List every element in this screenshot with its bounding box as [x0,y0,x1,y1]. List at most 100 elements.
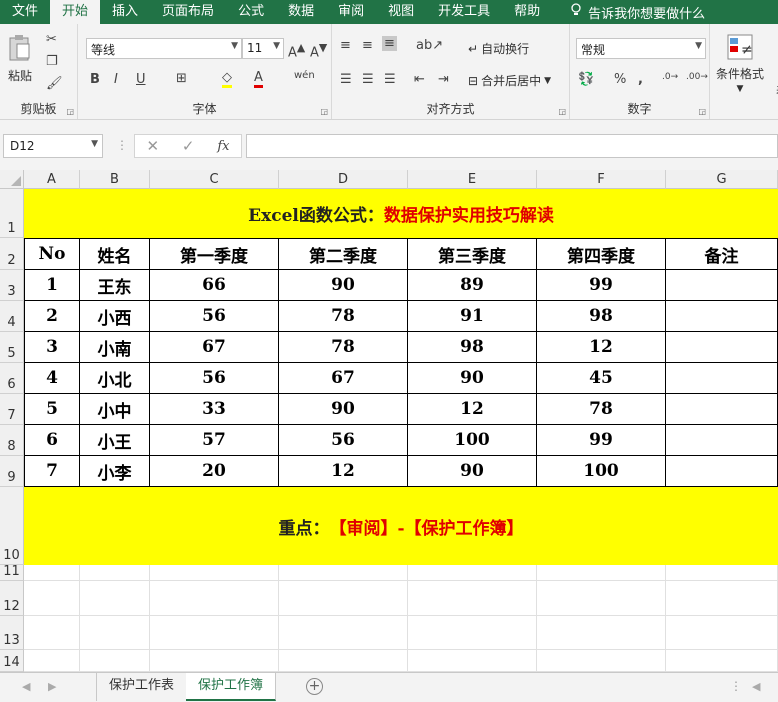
table-cell[interactable]: 66 [150,270,279,301]
table-cell[interactable]: 12 [537,332,666,363]
percent-icon[interactable]: % [614,72,626,87]
align-right-icon[interactable]: ☰ [384,72,396,87]
row-header[interactable]: 9 [0,456,24,487]
number-format-select[interactable]: 常规 ▼ [576,38,706,59]
cut-icon[interactable]: ✂ [46,32,57,47]
copy-icon[interactable]: ❐ [46,54,58,69]
row-header[interactable]: 7 [0,394,24,425]
decrease-indent-icon[interactable]: ⇤ [414,72,425,87]
add-sheet-icon[interactable]: + [306,678,323,695]
table-cell[interactable]: 6 [24,425,80,456]
row-header[interactable]: 13 [0,616,24,650]
comma-style-icon[interactable]: , [638,72,643,87]
table-cell[interactable]: 12 [408,394,537,425]
sheet-tab-protect-sheet[interactable]: 保护工作表 [96,673,188,701]
align-center-icon[interactable]: ☰ [362,72,374,87]
insert-function-icon[interactable]: fx [217,139,229,154]
table-cell[interactable]: 90 [279,394,408,425]
row-header[interactable]: 14 [0,650,24,672]
table-cell[interactable]: 小北 [80,363,150,394]
table-cell[interactable]: 78 [279,332,408,363]
cell[interactable] [150,581,279,616]
font-name-select[interactable]: 等线 ▼ [86,38,242,59]
table-cell[interactable]: 王东 [80,270,150,301]
cell[interactable] [24,581,80,616]
tab-help[interactable]: 帮助 [502,0,552,24]
table-cell[interactable]: 99 [537,425,666,456]
cell[interactable] [408,616,537,650]
table-cell[interactable]: 12 [279,456,408,487]
column-header[interactable]: A [24,170,80,189]
align-left-icon[interactable]: ☰ [340,72,352,87]
cell[interactable] [537,616,666,650]
table-cell[interactable]: 1 [24,270,80,301]
bold-icon[interactable]: B [90,72,100,87]
table-header-cell[interactable]: 备注 [666,238,778,270]
font-launcher-icon[interactable]: ◲ [320,107,328,116]
table-cell[interactable]: 98 [408,332,537,363]
worksheet-grid[interactable]: A B C D E F G 1 2 3 4 5 6 7 8 9 10 11 12 13 14 Excel函数公式： 数据保护… [0,170,778,672]
enter-icon[interactable]: ✓ [182,137,195,155]
hscroll-left-icon[interactable]: ◀ [752,680,760,693]
align-top-icon[interactable]: ≡ [340,38,351,53]
format-painter-icon[interactable]: 🖌 [46,76,63,91]
row-header[interactable]: 2 [0,238,24,270]
select-all-corner[interactable] [0,170,24,189]
table-cell[interactable]: 2 [24,301,80,332]
paste-button[interactable]: 粘贴 [8,34,32,84]
table-cell[interactable] [666,270,778,301]
table-cell[interactable] [666,363,778,394]
currency-icon[interactable]: 💱 [578,72,594,87]
wrap-text-button[interactable]: ↵ 自动换行 [468,40,529,57]
cell[interactable] [408,650,537,672]
tab-formulas[interactable]: 公式 [226,0,276,24]
column-header[interactable]: B [80,170,150,189]
tab-data[interactable]: 数据 [276,0,326,24]
table-cell[interactable]: 小王 [80,425,150,456]
table-header-cell[interactable]: 第二季度 [279,238,408,270]
table-header-cell[interactable]: 第三季度 [408,238,537,270]
row-header[interactable]: 12 [0,581,24,616]
table-cell[interactable]: 99 [537,270,666,301]
cell[interactable] [666,565,778,581]
table-cell[interactable]: 5 [24,394,80,425]
phonetic-icon[interactable]: wén [294,70,315,81]
table-cell[interactable] [666,456,778,487]
table-header-cell[interactable]: 第一季度 [150,238,279,270]
table-cell[interactable]: 小李 [80,456,150,487]
tab-review[interactable]: 审阅 [326,0,376,24]
scroll-right-icon[interactable]: ▶ [48,680,56,693]
number-launcher-icon[interactable]: ◲ [698,107,706,116]
table-cell[interactable]: 98 [537,301,666,332]
sheet-tab-protect-workbook[interactable]: 保护工作簿 [186,673,277,701]
cell[interactable] [537,650,666,672]
tab-home[interactable]: 开始 [50,0,101,24]
row-header[interactable]: 5 [0,332,24,363]
table-header-cell[interactable]: 姓名 [80,238,150,270]
borders-icon[interactable]: ⊞ [176,71,187,86]
cell[interactable] [80,616,150,650]
table-cell[interactable] [666,394,778,425]
conditional-formatting-button[interactable]: ≠ 条件格式 ▼ [716,34,764,94]
orientation-icon[interactable]: ab↗ [416,38,443,53]
table-cell[interactable] [666,425,778,456]
align-bottom-icon[interactable]: ≡ [382,36,397,51]
table-cell[interactable]: 67 [279,363,408,394]
italic-icon[interactable]: I [114,72,118,87]
cell[interactable] [150,565,279,581]
table-cell[interactable]: 3 [24,332,80,363]
table-cell[interactable]: 20 [150,456,279,487]
table-cell[interactable] [666,332,778,363]
tab-page-layout[interactable]: 页面布局 [150,0,226,24]
table-cell[interactable]: 100 [408,425,537,456]
table-cell[interactable]: 90 [408,456,537,487]
cell[interactable] [24,565,80,581]
merge-center-button[interactable]: ⊟ 合并后居中 ▼ [468,72,551,89]
cancel-icon[interactable]: ✕ [146,137,159,155]
table-cell[interactable]: 90 [279,270,408,301]
tab-view[interactable]: 视图 [376,0,426,24]
table-cell[interactable]: 100 [537,456,666,487]
cell[interactable] [666,650,778,672]
table-cell[interactable]: 56 [150,363,279,394]
column-header[interactable]: C [150,170,279,189]
